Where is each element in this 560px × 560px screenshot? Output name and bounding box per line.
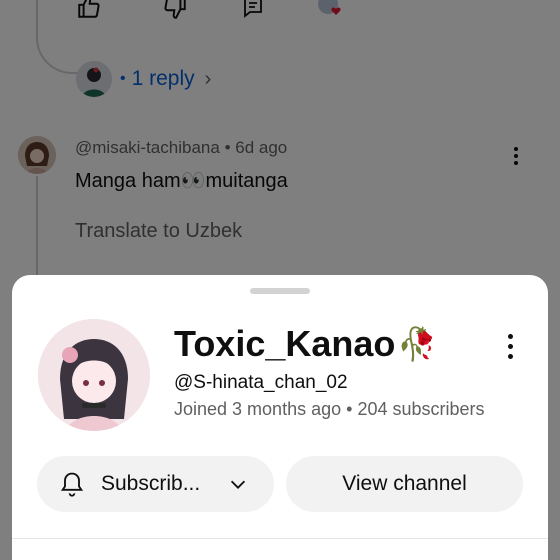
wilted-rose-emoji: 🥀 — [397, 326, 438, 362]
chevron-down-icon — [224, 470, 252, 498]
view-channel-label: View channel — [342, 472, 467, 495]
channel-name: Toxic_Kanao — [174, 323, 396, 364]
subscribe-label: Subscrib... — [101, 472, 201, 495]
subscriber-count: 204 subscribers — [357, 399, 485, 419]
joined-date: Joined 3 months ago — [174, 399, 342, 419]
channel-bottom-sheet: Toxic_Kanao 🥀 @S-hinata_chan_02 Joined 3… — [12, 275, 548, 560]
stats-separator: • — [346, 399, 353, 419]
bell-icon — [57, 469, 87, 499]
subscribe-button[interactable]: Subscrib... — [37, 456, 274, 512]
channel-handle: @S-hinata_chan_02 — [174, 372, 348, 393]
sheet-divider — [12, 538, 548, 539]
more-vert-icon[interactable] — [498, 331, 522, 361]
view-channel-button[interactable]: View channel — [286, 456, 523, 512]
drag-handle[interactable] — [250, 288, 310, 294]
channel-avatar[interactable] — [38, 319, 150, 431]
